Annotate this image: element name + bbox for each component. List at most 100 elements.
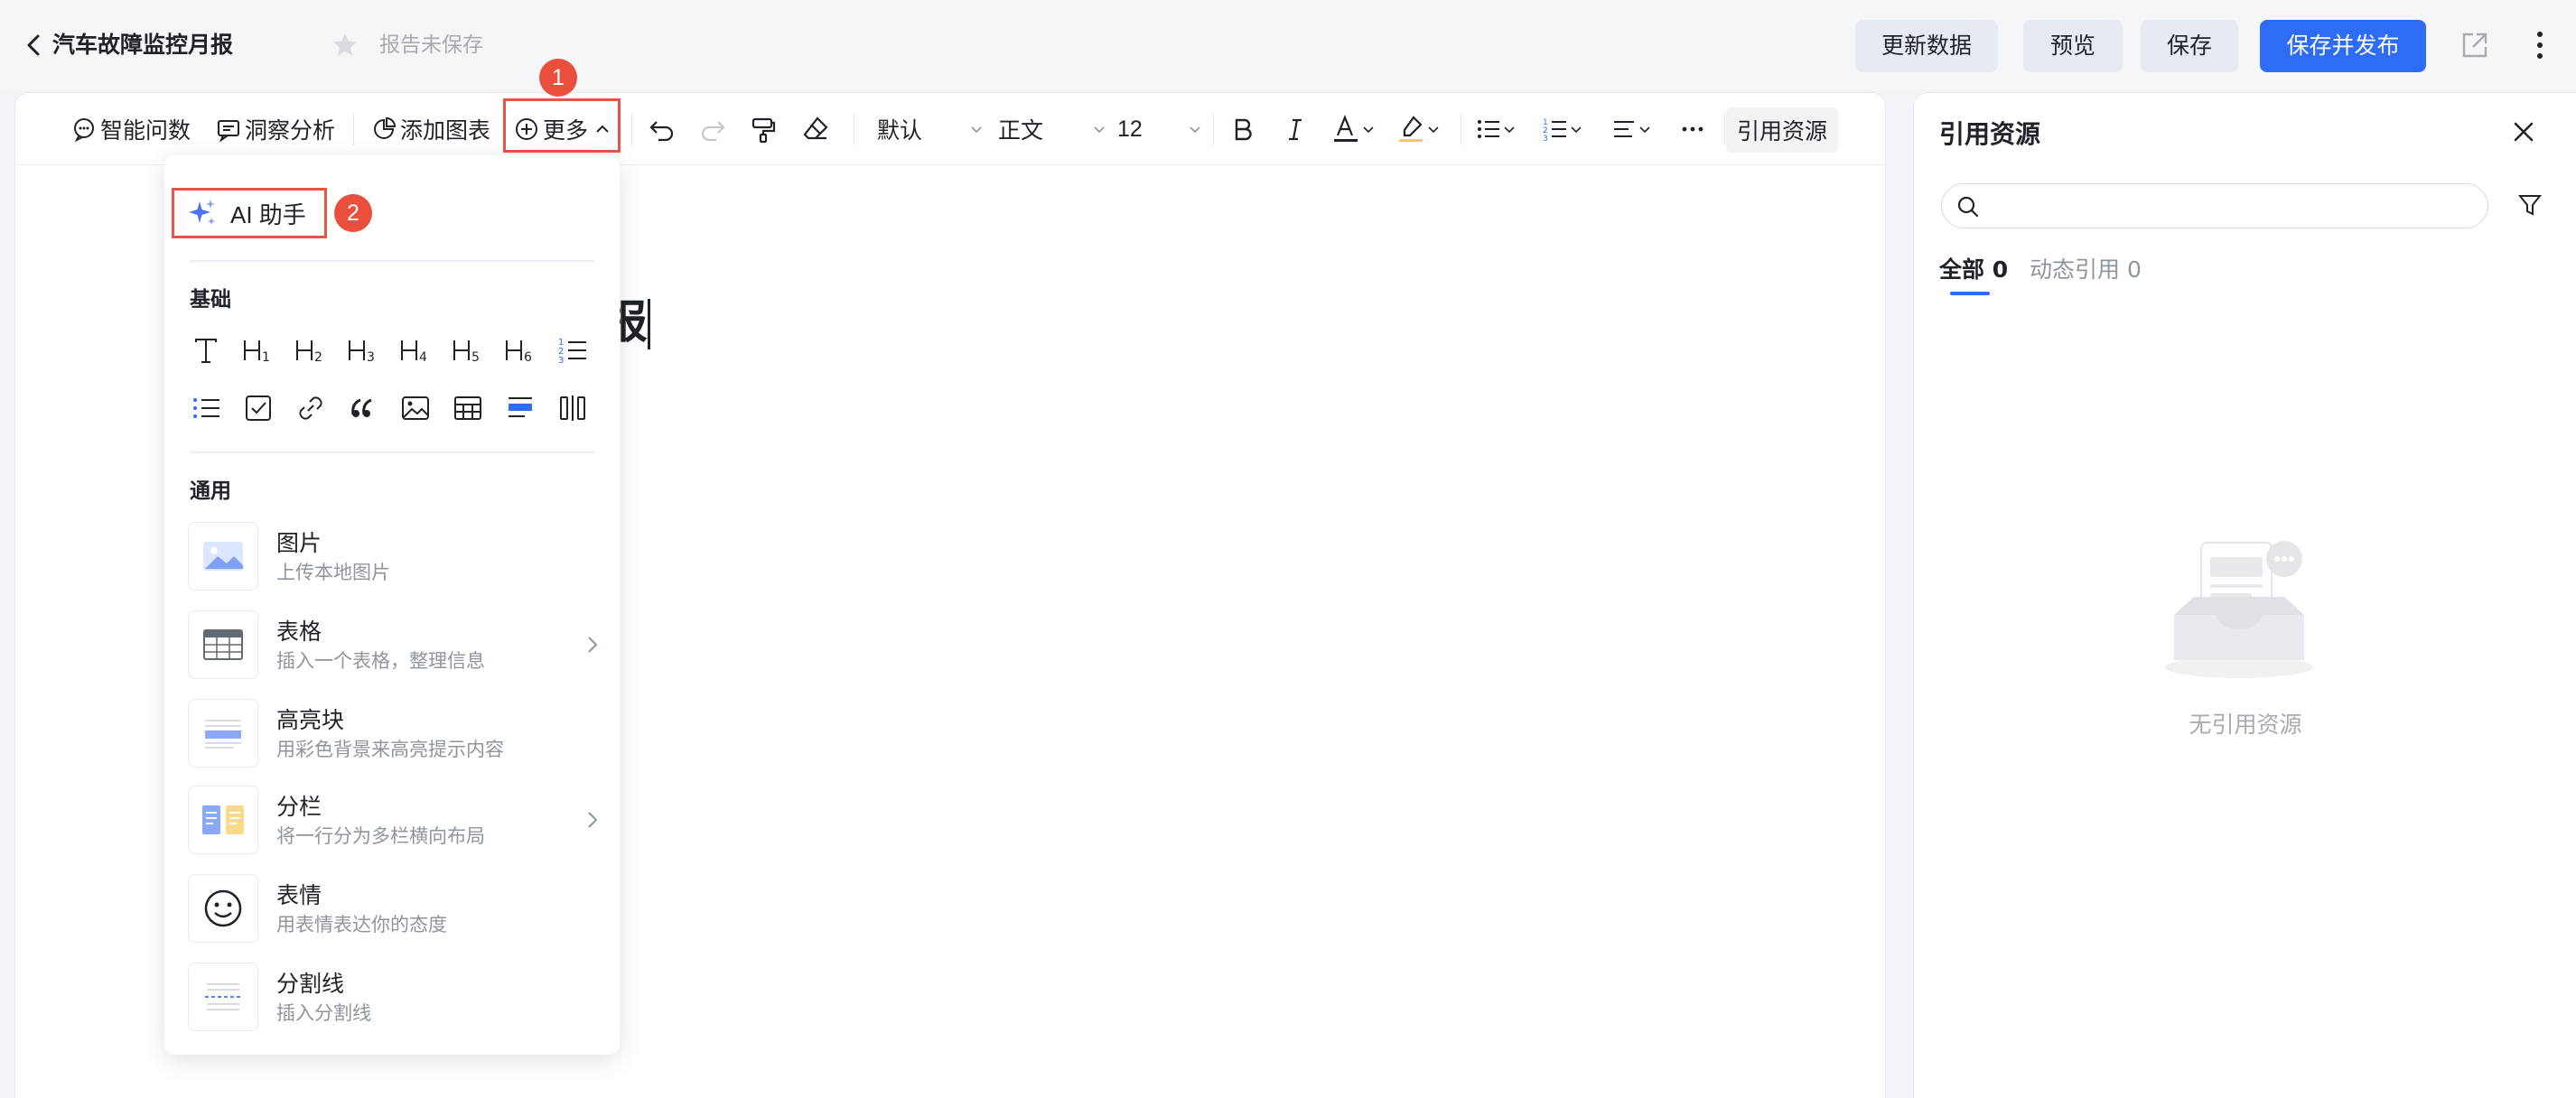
close-icon[interactable] — [2510, 118, 2537, 145]
chevron-down-icon — [971, 126, 982, 134]
align-button[interactable] — [1610, 107, 1652, 151]
save-button[interactable]: 保存 — [2141, 20, 2238, 72]
format-painter-button[interactable] — [749, 107, 778, 151]
step2-badge: 2 — [334, 194, 372, 232]
basic-section-title: 基础 — [190, 288, 231, 312]
menu-divider — [190, 260, 594, 262]
save-and-publish-button[interactable]: 保存并发布 — [2260, 20, 2426, 72]
text-style-value: 正文 — [998, 117, 1044, 144]
insert-columns-desc: 将一行分为多栏横向布局 — [276, 825, 485, 847]
tab-dynamic-citations[interactable]: 动态引用 0 — [2030, 252, 2142, 284]
empty-inbox-illustration — [2165, 541, 2313, 678]
insert-image-desc: 上传本地图片 — [276, 562, 390, 583]
svg-text:1: 1 — [262, 350, 270, 365]
text-style-select[interactable]: 正文 — [998, 107, 1106, 151]
font-size-select[interactable]: 12 — [1117, 107, 1202, 151]
back-arrow-icon[interactable] — [22, 29, 47, 61]
insert-emoji-item[interactable]: 表情 用表情表达你的态度 — [188, 870, 603, 946]
insert-highlight-block-desc: 用彩色背景来高亮提示内容 — [276, 739, 504, 760]
insight-icon — [218, 120, 239, 142]
top-header: 汽车故障监控月报 报告未保存 更新数据 预览 保存 保存并发布 — [0, 0, 2576, 90]
h1-icon[interactable]: 1 — [240, 332, 276, 368]
chevron-down-icon — [1428, 126, 1439, 134]
clear-format-button[interactable] — [801, 107, 830, 151]
undo-button[interactable] — [648, 107, 677, 151]
redo-button[interactable] — [698, 107, 727, 151]
ordered-list-icon: 123 — [1543, 118, 1566, 143]
link-icon[interactable] — [293, 390, 329, 426]
align-left-icon — [1614, 121, 1634, 137]
divider-thumbnail-icon — [188, 963, 258, 1031]
more-vertical-icon[interactable] — [2533, 27, 2547, 63]
pie-chart-icon — [374, 116, 397, 139]
bullet-list-icon — [1478, 120, 1499, 138]
svg-text:5: 5 — [471, 350, 480, 365]
preview-button[interactable]: 预览 — [2023, 20, 2123, 72]
toolbar-divider — [631, 113, 632, 145]
sparkle-icon — [189, 200, 215, 225]
more-options-button[interactable] — [1679, 107, 1706, 151]
h2-icon[interactable]: 2 — [293, 332, 329, 368]
font-color-button[interactable] — [1330, 107, 1376, 151]
quote-icon[interactable] — [345, 390, 381, 426]
share-export-icon[interactable] — [2459, 29, 2491, 61]
insert-table-item[interactable]: 表格 插入一个表格，整理信息 — [188, 607, 603, 683]
citation-search-input[interactable] — [1941, 183, 2488, 228]
star-icon[interactable] — [331, 31, 359, 60]
checkbox-icon[interactable] — [240, 390, 276, 426]
format-painter-icon — [751, 117, 776, 144]
eraser-icon — [803, 116, 828, 140]
text-icon[interactable] — [188, 332, 224, 368]
insert-table-name: 表格 — [276, 619, 322, 645]
smart-qa-button[interactable]: 智能问数 — [71, 107, 191, 151]
columns-icon[interactable] — [555, 390, 591, 426]
svg-text:3: 3 — [558, 356, 564, 366]
italic-button[interactable] — [1282, 107, 1309, 151]
h3-icon[interactable]: 3 — [345, 332, 381, 368]
h5-icon[interactable]: 5 — [450, 332, 486, 368]
table-icon[interactable] — [450, 390, 486, 426]
ai-assistant-item[interactable]: AI 助手 — [172, 188, 327, 238]
more-insert-menu: AI 助手 2 基础 1 2 3 4 5 6 123 通用 图片 上传本地图片 … — [164, 155, 620, 1055]
chevron-down-icon — [1571, 126, 1582, 134]
cite-resources-button[interactable]: 引用资源 — [1726, 107, 1839, 153]
toolbar-divider — [353, 113, 354, 145]
chevron-right-icon — [588, 637, 598, 653]
font-family-select[interactable]: 默认 — [877, 107, 984, 151]
insert-columns-item[interactable]: 分栏 将一行分为多栏横向布局 — [188, 782, 603, 858]
more-horizontal-icon — [1682, 126, 1703, 132]
menu-divider — [190, 451, 594, 453]
filter-icon[interactable] — [2517, 192, 2543, 218]
chevron-right-icon — [588, 812, 598, 828]
insert-divider-name: 分割线 — [276, 971, 345, 997]
h6-icon[interactable]: 6 — [502, 332, 538, 368]
highlight-thumbnail-icon — [188, 699, 258, 768]
ordered-list-button[interactable]: 123 — [1542, 107, 1583, 151]
h4-icon[interactable]: 4 — [397, 332, 434, 368]
chevron-down-icon — [1639, 126, 1650, 134]
refresh-data-button[interactable]: 更新数据 — [1855, 20, 1998, 72]
add-chart-button[interactable]: 添加图表 — [371, 107, 490, 151]
insight-analysis-button[interactable]: 洞察分析 — [216, 107, 335, 151]
ai-assistant-label: AI 助手 — [230, 200, 306, 228]
bullet-list-icon[interactable] — [188, 390, 224, 426]
bullet-list-button[interactable] — [1475, 107, 1517, 151]
undo-icon — [649, 121, 674, 142]
insert-divider-item[interactable]: 分割线 插入分割线 — [188, 959, 603, 1035]
image-thumbnail-icon — [188, 522, 258, 591]
insert-highlight-block-item[interactable]: 高亮块 用彩色背景来高亮提示内容 — [188, 695, 603, 771]
report-title[interactable]: 汽车故障监控月报 — [52, 27, 233, 63]
bold-button[interactable] — [1229, 107, 1256, 151]
highlight-color-button[interactable] — [1395, 107, 1441, 151]
tab-all[interactable]: 全部 0 — [1939, 252, 2008, 284]
insert-image-item[interactable]: 图片 上传本地图片 — [188, 518, 603, 594]
citation-panel-title: 引用资源 — [1939, 119, 2041, 149]
common-section-title: 通用 — [190, 479, 231, 503]
add-chart-label: 添加图表 — [400, 117, 491, 144]
chevron-down-icon — [1190, 126, 1200, 134]
ordered-list-icon[interactable]: 123 — [555, 332, 591, 368]
image-icon[interactable] — [397, 390, 434, 426]
insert-columns-name: 分栏 — [276, 794, 322, 820]
highlight-block-icon[interactable] — [502, 390, 538, 426]
active-tab-indicator — [1950, 292, 1990, 295]
